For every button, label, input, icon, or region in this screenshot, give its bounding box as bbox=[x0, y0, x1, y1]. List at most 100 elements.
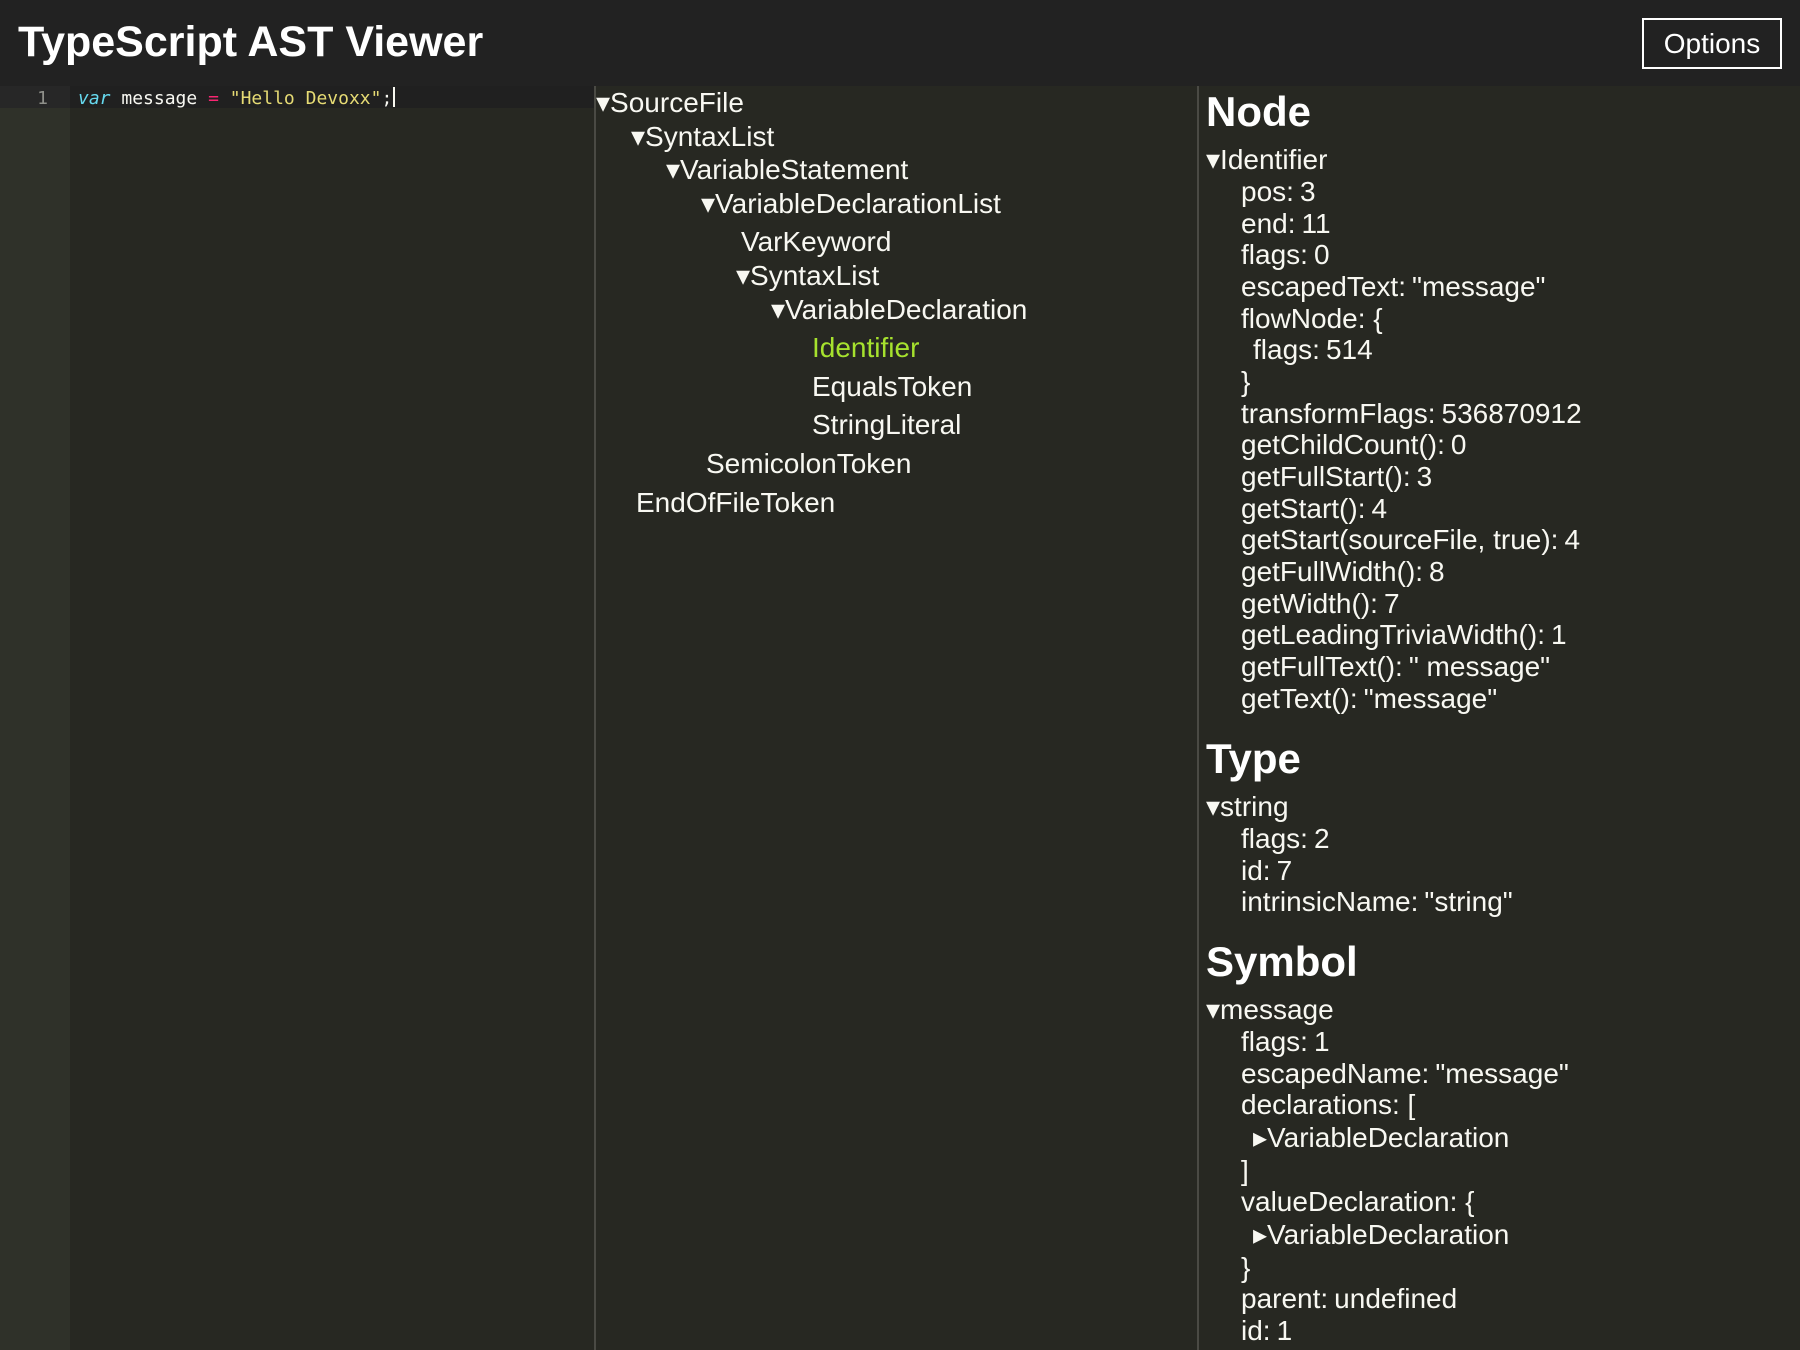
node-prop-transform-flags: transformFlags: 536870912 bbox=[1241, 398, 1582, 430]
node-prop-get-start: getStart(): 4 bbox=[1241, 493, 1387, 525]
type-string-header[interactable]: ▾string bbox=[1206, 791, 1289, 823]
prop-key: flags: bbox=[1241, 823, 1308, 854]
prop-key: getLeadingTriviaWidth(): bbox=[1241, 619, 1545, 650]
tree-node-variable-statement[interactable]: ▾VariableStatement bbox=[666, 153, 908, 187]
details-panel: Node ▾Identifier pos: 3 end: 11 flags: 0 es… bbox=[1200, 86, 1800, 1350]
tree-node-var-keyword[interactable]: VarKeyword bbox=[741, 225, 891, 259]
prop-value: 3 bbox=[1416, 461, 1433, 492]
prop-key: getWidth(): bbox=[1241, 588, 1378, 619]
prop-key: intrinsicName: bbox=[1241, 886, 1419, 917]
gutter-active-line: 1 bbox=[0, 86, 70, 109]
prop-key: getFullText(): bbox=[1241, 651, 1403, 682]
prop-key: getChildCount(): bbox=[1241, 429, 1445, 460]
options-button[interactable]: Options bbox=[1642, 18, 1782, 69]
symbol-prop-escaped-name: escapedName: "message" bbox=[1241, 1058, 1569, 1090]
prop-value: 1 bbox=[1313, 1026, 1330, 1057]
prop-value: 0 bbox=[1313, 239, 1330, 270]
tree-node-semicolon-token[interactable]: SemicolonToken bbox=[706, 447, 911, 481]
tree-node-variable-declaration-list[interactable]: ▾VariableDeclarationList bbox=[701, 187, 1001, 221]
prop-value: 1 bbox=[1550, 619, 1567, 650]
keyword-token: var bbox=[78, 88, 111, 109]
prop-value: 7 bbox=[1383, 588, 1400, 619]
prop-value: 0 bbox=[1450, 429, 1467, 460]
symbol-declarations-variable-declaration[interactable]: ▸VariableDeclaration bbox=[1253, 1122, 1509, 1154]
tree-node-end-of-file-token[interactable]: EndOfFileToken bbox=[636, 486, 835, 520]
app-header: TypeScript AST Viewer Options bbox=[0, 0, 1800, 86]
symbol-prop-flags: flags: 1 bbox=[1241, 1026, 1330, 1058]
prop-value: 11 bbox=[1301, 208, 1331, 239]
prop-value: 7 bbox=[1276, 855, 1293, 886]
node-prop-escaped-text: escapedText: "message" bbox=[1241, 271, 1546, 303]
line-number: 1 bbox=[37, 88, 48, 109]
node-prop-get-text: getText(): "message" bbox=[1241, 683, 1497, 715]
prop-key: id: bbox=[1241, 855, 1271, 886]
node-section-title: Node bbox=[1206, 88, 1311, 135]
node-prop-flow-node-open: flowNode: { bbox=[1241, 303, 1383, 334]
prop-value: " message" bbox=[1408, 651, 1551, 682]
prop-key: getStart(): bbox=[1241, 493, 1366, 524]
tree-node-syntax-list-inner[interactable]: ▾SyntaxList bbox=[736, 259, 879, 293]
prop-value: 4 bbox=[1564, 524, 1581, 555]
node-prop-get-start-source-file: getStart(sourceFile, true): 4 bbox=[1241, 524, 1580, 556]
tree-node-identifier-selected[interactable]: Identifier bbox=[812, 331, 919, 365]
symbol-prop-value-declaration-close: } bbox=[1241, 1252, 1251, 1283]
node-identifier-header[interactable]: ▾Identifier bbox=[1206, 144, 1327, 176]
prop-key: flags: bbox=[1241, 239, 1308, 270]
prop-key: getFullStart(): bbox=[1241, 461, 1411, 492]
tree-node-string-literal[interactable]: StringLiteral bbox=[812, 408, 961, 442]
semicolon-token: ; bbox=[381, 88, 393, 109]
prop-key: transformFlags: bbox=[1241, 398, 1436, 429]
prop-key: id: bbox=[1241, 1315, 1271, 1346]
prop-value: "message" bbox=[1412, 271, 1546, 302]
node-prop-flow-flags: flags: 514 bbox=[1253, 334, 1373, 366]
prop-value: 8 bbox=[1429, 556, 1445, 587]
node-prop-flags: flags: 0 bbox=[1241, 239, 1330, 271]
string-token: "Hello Devoxx" bbox=[229, 88, 382, 109]
ast-tree-panel: ▾SourceFile ▾SyntaxList ▾VariableStateme… bbox=[596, 86, 1196, 1350]
node-prop-get-child-count: getChildCount(): 0 bbox=[1241, 429, 1466, 461]
node-prop-end: end: 11 bbox=[1241, 208, 1331, 240]
type-section-title: Type bbox=[1206, 735, 1301, 782]
prop-value: "string" bbox=[1424, 886, 1513, 917]
type-prop-intrinsic-name: intrinsicName: "string" bbox=[1241, 886, 1513, 918]
operator-token: = bbox=[208, 88, 219, 109]
text-cursor bbox=[393, 87, 396, 107]
identifier-token: message bbox=[110, 88, 209, 109]
symbol-section-title: Symbol bbox=[1206, 938, 1358, 985]
prop-key: getFullWidth(): bbox=[1241, 556, 1424, 587]
node-prop-get-full-width: getFullWidth(): 8 bbox=[1241, 556, 1445, 588]
prop-key: getText(): bbox=[1241, 683, 1358, 714]
symbol-prop-declarations-open: declarations: [ bbox=[1241, 1089, 1416, 1120]
code-line[interactable]: var message = "Hello Devoxx"; bbox=[78, 87, 396, 110]
node-prop-get-full-text: getFullText(): " message" bbox=[1241, 651, 1550, 683]
prop-value: 4 bbox=[1371, 493, 1388, 524]
symbol-prop-parent: parent: undefined bbox=[1241, 1283, 1457, 1315]
prop-key: end: bbox=[1241, 208, 1296, 239]
tree-node-syntax-list[interactable]: ▾SyntaxList bbox=[631, 120, 774, 154]
symbol-prop-value-declaration-open: valueDeclaration: { bbox=[1241, 1186, 1475, 1217]
prop-value: 536870912 bbox=[1441, 398, 1582, 429]
type-prop-id: id: 7 bbox=[1241, 855, 1292, 887]
tree-details-divider[interactable] bbox=[1197, 86, 1199, 1350]
node-prop-flow-node-close: } bbox=[1241, 366, 1251, 397]
prop-key: flags: bbox=[1241, 1026, 1308, 1057]
tree-node-equals-token[interactable]: EqualsToken bbox=[812, 370, 972, 404]
symbol-message-header[interactable]: ▾message bbox=[1206, 994, 1334, 1026]
symbol-prop-declarations-close: ] bbox=[1241, 1155, 1249, 1186]
prop-value: "message" bbox=[1435, 1058, 1569, 1089]
node-prop-get-full-start: getFullStart(): 3 bbox=[1241, 461, 1432, 493]
prop-key: getStart(sourceFile, true): bbox=[1241, 524, 1559, 555]
prop-key: flags: bbox=[1253, 334, 1320, 365]
code-editor[interactable]: 1 var message = "Hello Devoxx"; bbox=[0, 86, 594, 1350]
symbol-value-declaration-variable-declaration[interactable]: ▸VariableDeclaration bbox=[1253, 1219, 1509, 1251]
tree-node-variable-declaration[interactable]: ▾VariableDeclaration bbox=[771, 293, 1027, 327]
type-prop-flags: flags: 2 bbox=[1241, 823, 1330, 855]
prop-key: parent: bbox=[1241, 1283, 1329, 1314]
prop-key: escapedName: bbox=[1241, 1058, 1430, 1089]
prop-value: undefined bbox=[1334, 1283, 1458, 1314]
prop-key: escapedText: bbox=[1241, 271, 1406, 302]
node-prop-get-leading-trivia-width: getLeadingTriviaWidth(): 1 bbox=[1241, 619, 1567, 651]
tree-node-source-file[interactable]: ▾SourceFile bbox=[596, 86, 744, 120]
editor-gutter: 1 bbox=[0, 86, 70, 1350]
